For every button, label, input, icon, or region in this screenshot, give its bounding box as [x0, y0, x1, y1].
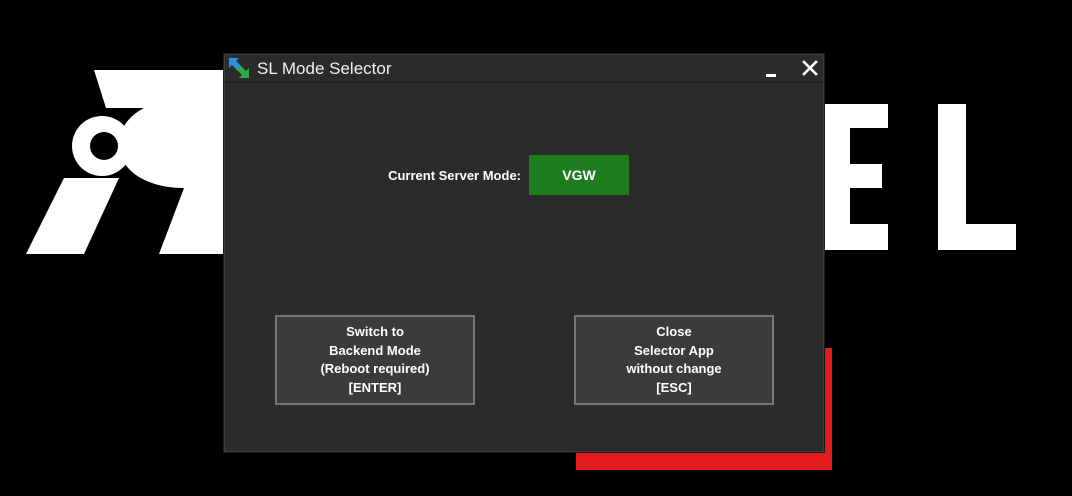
button-line: Close — [656, 324, 692, 339]
switch-to-backend-button[interactable]: Switch to Backend Mode (Reboot required)… — [275, 315, 475, 405]
button-line: Selector App — [634, 342, 714, 358]
minimize-icon — [766, 74, 776, 77]
button-line: Switch to — [346, 324, 404, 339]
button-line: (Reboot required) — [320, 361, 430, 376]
background-logo-left — [26, 70, 234, 254]
background-logo-right — [822, 104, 1016, 250]
close-button[interactable] — [797, 57, 823, 81]
button-line: [ENTER] — [348, 379, 402, 395]
close-icon — [802, 60, 818, 76]
window-title: SL Mode Selector — [257, 59, 392, 78]
close-without-change-button[interactable]: Close Selector App without change [ESC] — [574, 315, 774, 405]
desktop-background: SL Mode Selector Current Server Mode: VG… — [0, 0, 1072, 496]
button-line: [ESC] — [656, 379, 692, 395]
mode-selector-dialog: SL Mode Selector Current Server Mode: VG… — [224, 54, 824, 452]
button-line: without change — [626, 361, 722, 376]
current-server-mode-label: Current Server Mode: — [388, 168, 521, 183]
minimize-button[interactable] — [757, 57, 783, 81]
button-line: Backend Mode — [329, 342, 421, 358]
title-bar[interactable]: SL Mode Selector — [225, 55, 823, 83]
swap-arrows-icon — [229, 58, 249, 78]
server-mode-badge: VGW — [529, 155, 629, 195]
server-mode-row: Current Server Mode: VGW — [225, 155, 823, 197]
